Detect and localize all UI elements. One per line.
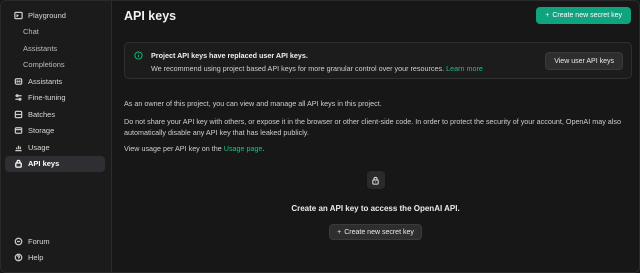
storage-icon <box>13 126 23 136</box>
usage-page-link[interactable]: Usage page <box>224 144 263 153</box>
sidebar-footer: Forum Help <box>1 233 111 266</box>
usage-info-suffix: . <box>262 144 265 153</box>
sidebar-item-usage[interactable]: Usage <box>5 139 105 156</box>
sidebar-item-label: Assistants <box>28 76 63 86</box>
usage-info-prefix: View usage per API key on the <box>124 144 222 153</box>
forum-icon <box>13 236 23 246</box>
owner-info-text: As an owner of this project, you can vie… <box>124 99 382 108</box>
notice-text: We recommend using project based API key… <box>151 64 445 73</box>
main-content: API keys + Create new secret key Project… <box>112 1 639 272</box>
sidebar-item-batches[interactable]: Batches <box>5 106 105 123</box>
plus-icon: + <box>545 12 550 19</box>
sidebar-item-label: Batches <box>28 109 56 119</box>
sidebar-item-playground[interactable]: Playground <box>5 7 105 24</box>
sidebar-item-label: Usage <box>28 142 50 152</box>
learn-more-link[interactable]: Learn more <box>446 64 483 73</box>
sidebar-item-fine-tuning[interactable]: Fine-tuning <box>5 90 105 107</box>
app-window: Playground Chat Assistants Completions A… <box>0 0 640 273</box>
sidebar-item-api-keys[interactable]: API keys <box>5 155 105 172</box>
usage-icon <box>13 142 23 152</box>
lock-icon <box>366 171 385 189</box>
sidebar-item-completions[interactable]: Completions <box>5 57 105 74</box>
sidebar-item-label: Assistants <box>23 43 58 53</box>
plus-icon: + <box>337 228 342 236</box>
security-warning-text: Do not share your API key with others, o… <box>124 117 621 137</box>
empty-state-text: Create an API key to access the OpenAI A… <box>291 204 460 213</box>
sidebar-item-storage[interactable]: Storage <box>5 123 105 140</box>
tune-icon <box>13 93 23 103</box>
batch-icon <box>13 109 23 119</box>
sidebar-item-label: Playground <box>28 10 66 20</box>
assistant-icon <box>13 76 23 86</box>
create-secret-key-center-label: Create new secret key <box>344 228 414 236</box>
sidebar-item-playground-assistants[interactable]: Assistants <box>5 40 105 57</box>
info-icon <box>134 51 143 60</box>
create-secret-key-label: Create new secret key <box>552 12 622 19</box>
create-secret-key-center-button[interactable]: + Create new secret key <box>329 224 422 240</box>
sidebar-item-label: API keys <box>28 159 60 169</box>
notice-banner: Project API keys have replaced user API … <box>124 42 632 79</box>
notice-title: Project API keys have replaced user API … <box>151 51 308 60</box>
create-secret-key-button[interactable]: + Create new secret key <box>536 7 631 24</box>
sidebar-item-chat[interactable]: Chat <box>5 24 105 41</box>
sidebar-item-assistants[interactable]: Assistants <box>5 73 105 90</box>
sidebar-item-label: Fine-tuning <box>28 93 66 103</box>
terminal-icon <box>13 10 23 20</box>
sidebar-item-label: Chat <box>23 27 39 37</box>
sidebar: Playground Chat Assistants Completions A… <box>1 1 112 272</box>
view-user-api-keys-button[interactable]: View user API keys <box>545 52 623 70</box>
sidebar-item-label: Completions <box>23 60 65 70</box>
notice-body: We recommend using project based API key… <box>151 64 483 73</box>
sidebar-item-forum[interactable]: Forum <box>5 233 105 250</box>
sidebar-item-label: Forum <box>28 236 50 246</box>
sidebar-item-label: Storage <box>28 126 55 136</box>
sidebar-item-label: Help <box>28 253 44 263</box>
sidebar-item-help[interactable]: Help <box>5 250 105 267</box>
lock-icon <box>13 159 23 169</box>
page-title: API keys <box>124 9 177 23</box>
help-icon <box>13 253 23 263</box>
empty-state: Create an API key to access the OpenAI A… <box>112 171 639 240</box>
usage-info-text: View usage per API key on the Usage page… <box>124 144 639 155</box>
